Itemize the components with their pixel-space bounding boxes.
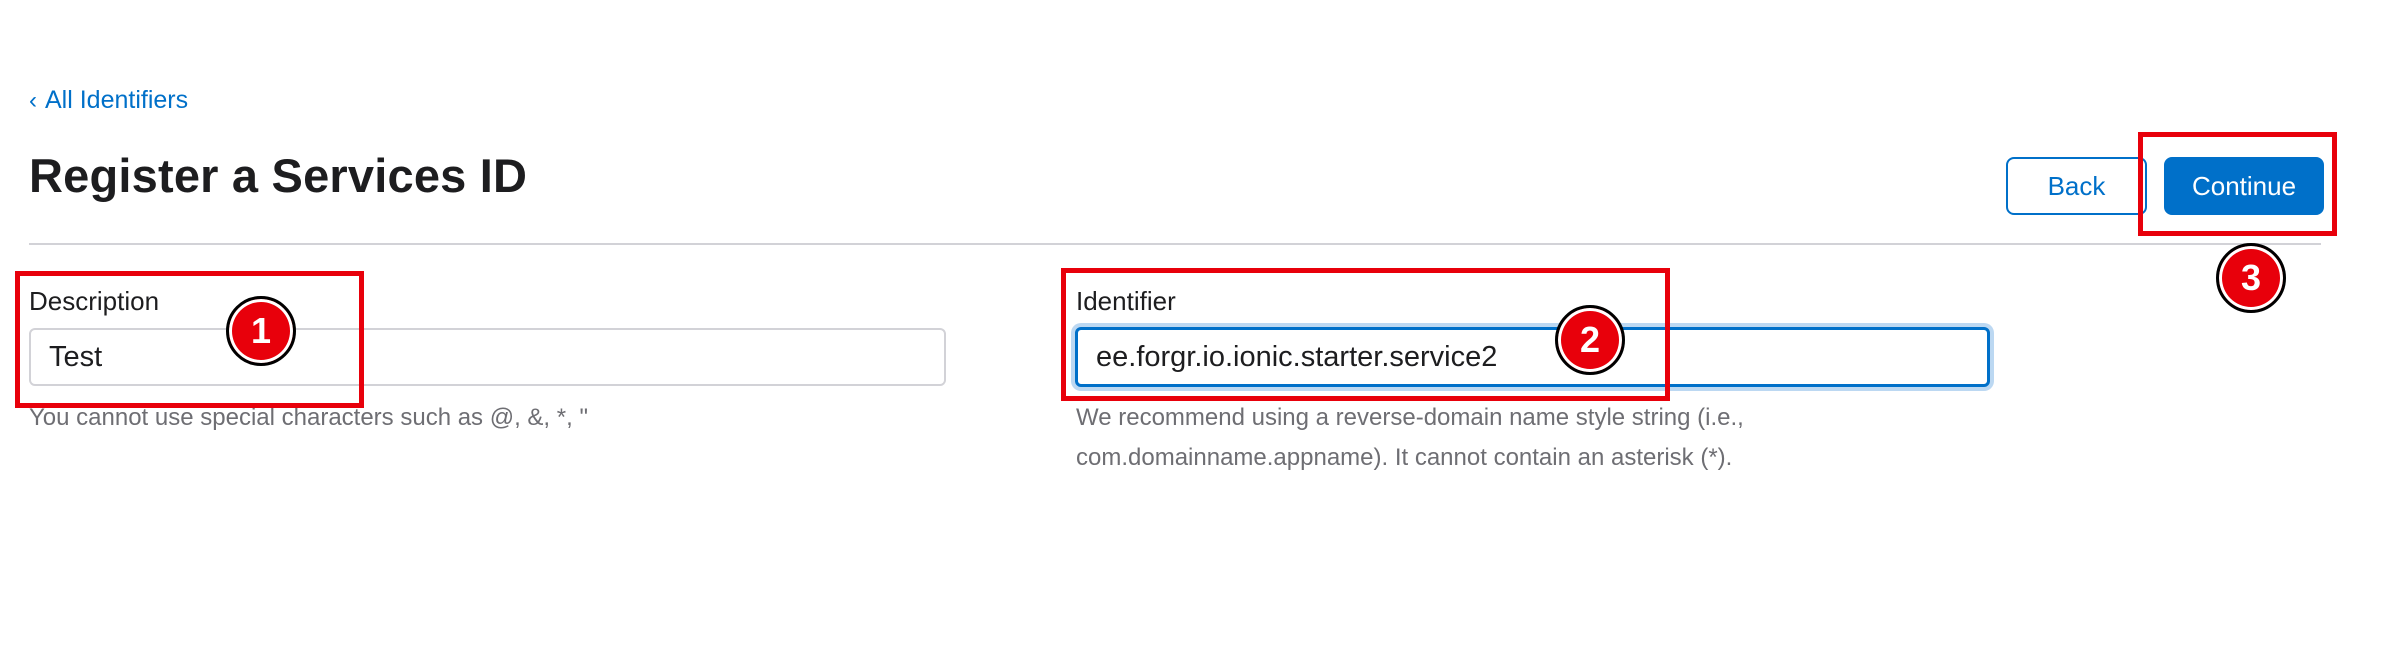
- annotation-badge-3: 3: [2216, 243, 2286, 313]
- back-button[interactable]: Back: [2006, 157, 2147, 215]
- header-divider: [29, 243, 2321, 245]
- annotation-badge-2: 2: [1555, 305, 1625, 375]
- all-identifiers-label: All Identifiers: [45, 86, 189, 114]
- identifier-help-text: We recommend using a reverse-domain name…: [1076, 404, 1744, 471]
- description-help-text: You cannot use special characters such a…: [29, 404, 588, 431]
- identifier-input[interactable]: [1075, 327, 1990, 387]
- description-input[interactable]: [29, 328, 946, 386]
- page-title: Register a Services ID: [29, 149, 528, 202]
- description-label: Description: [29, 286, 160, 316]
- identifier-label: Identifier: [1076, 286, 1176, 316]
- annotation-badge-1: 1: [226, 296, 296, 366]
- chevron-left-icon: ‹: [29, 86, 37, 114]
- continue-button[interactable]: Continue: [2164, 157, 2324, 215]
- all-identifiers-link[interactable]: ‹ All Identifiers: [29, 86, 188, 115]
